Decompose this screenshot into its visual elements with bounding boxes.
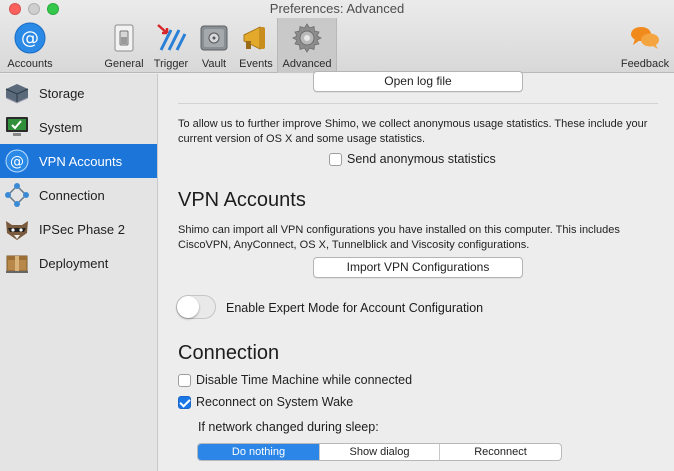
- send-stats-label: Send anonymous statistics: [347, 152, 496, 166]
- sidebar-item-label: Storage: [39, 86, 85, 101]
- toggle-knob: [177, 296, 199, 318]
- reconnect-on-wake-label: Reconnect on System Wake: [196, 395, 354, 409]
- sidebar: Storage System @ VPN Accounts Connection: [0, 74, 158, 471]
- toolbar-vault[interactable]: Vault: [196, 18, 232, 73]
- reconnect-on-wake-checkbox[interactable]: [178, 396, 191, 409]
- send-stats-checkbox[interactable]: [329, 153, 342, 166]
- open-log-file-button[interactable]: Open log file: [313, 71, 523, 92]
- network-changed-label: If network changed during sleep:: [198, 420, 379, 434]
- gear-icon: [292, 23, 322, 53]
- box-icon: [6, 255, 28, 273]
- section-divider: [178, 103, 658, 104]
- svg-text:@: @: [21, 28, 39, 49]
- sidebar-item-storage[interactable]: Storage: [0, 76, 157, 110]
- toolbar-feedback[interactable]: Feedback: [616, 18, 674, 73]
- toolbar-trigger[interactable]: Trigger: [150, 18, 192, 73]
- sidebar-item-label: Connection: [39, 188, 105, 203]
- connection-icon: [5, 183, 29, 207]
- system-icon: [6, 117, 28, 136]
- segment-reconnect[interactable]: Reconnect: [440, 444, 561, 460]
- sidebar-item-connection[interactable]: Connection: [0, 178, 157, 212]
- sidebar-item-label: VPN Accounts: [39, 154, 123, 169]
- sidebar-item-label: IPSec Phase 2: [39, 222, 125, 237]
- network-changed-segmented-control[interactable]: Do nothing Show dialog Reconnect: [197, 443, 562, 461]
- expert-mode-label: Enable Expert Mode for Account Configura…: [226, 301, 484, 315]
- svg-text:@: @: [10, 154, 24, 170]
- vpn-accounts-description: Shimo can import all VPN configurations …: [178, 224, 620, 251]
- toolbar-accounts-label: Accounts: [7, 58, 53, 70]
- import-vpn-configurations-button[interactable]: Import VPN Configurations: [313, 257, 523, 278]
- sidebar-item-label: Deployment: [39, 256, 109, 271]
- disable-time-machine-row[interactable]: Disable Time Machine while connected: [178, 373, 478, 389]
- toolbar-vault-label: Vault: [201, 58, 227, 70]
- window-toolbar: Preferences: Advanced @ Accounts General…: [0, 0, 674, 73]
- toolbar-events[interactable]: Events: [235, 18, 277, 73]
- sidebar-item-ipsec-phase-2[interactable]: IPSec Phase 2: [0, 212, 157, 246]
- window-title: Preferences: Advanced: [269, 1, 405, 16]
- toolbar-feedback-label: Feedback: [620, 58, 670, 70]
- toolbar-events-label: Events: [239, 58, 273, 70]
- toolbar-advanced[interactable]: Advanced: [277, 18, 337, 73]
- connection-heading: Connection: [178, 342, 280, 364]
- sidebar-item-system[interactable]: System: [0, 110, 157, 144]
- at-icon: @: [5, 149, 29, 173]
- system-description: To allow us to further improve Shimo, we…: [178, 118, 648, 145]
- toolbar-general-label: General: [104, 58, 144, 70]
- send-stats-checkbox-row[interactable]: Send anonymous statistics: [329, 152, 529, 168]
- disable-time-machine-label: Disable Time Machine while connected: [196, 373, 413, 387]
- at-icon: @: [14, 22, 46, 54]
- expert-mode-toggle[interactable]: [176, 295, 216, 319]
- toolbar-accounts[interactable]: @ Accounts: [0, 18, 60, 73]
- main-panel: Open log file To allow us to further imp…: [159, 71, 674, 471]
- toolbar-general[interactable]: General: [102, 18, 146, 73]
- toolbar-advanced-label: Advanced: [282, 58, 332, 70]
- raccoon-icon: [6, 221, 28, 240]
- trigger-icon: [157, 24, 187, 51]
- sidebar-item-deployment[interactable]: Deployment: [0, 246, 157, 280]
- storage-icon: [5, 84, 29, 104]
- sidebar-item-label: System: [39, 120, 83, 135]
- segment-do-nothing[interactable]: Do nothing: [198, 444, 320, 460]
- toolbar-trigger-label: Trigger: [153, 58, 189, 70]
- vpn-accounts-heading: VPN Accounts: [178, 189, 306, 211]
- vault-icon: [200, 25, 228, 51]
- sidebar-item-vpn-accounts[interactable]: @ VPN Accounts: [0, 144, 157, 178]
- segment-show-dialog[interactable]: Show dialog: [320, 444, 440, 460]
- disable-time-machine-checkbox[interactable]: [178, 374, 191, 387]
- megaphone-icon: [243, 26, 265, 50]
- switch-icon: [114, 24, 134, 52]
- reconnect-on-wake-row[interactable]: Reconnect on System Wake: [178, 395, 478, 411]
- chat-bubbles-icon: [631, 27, 659, 49]
